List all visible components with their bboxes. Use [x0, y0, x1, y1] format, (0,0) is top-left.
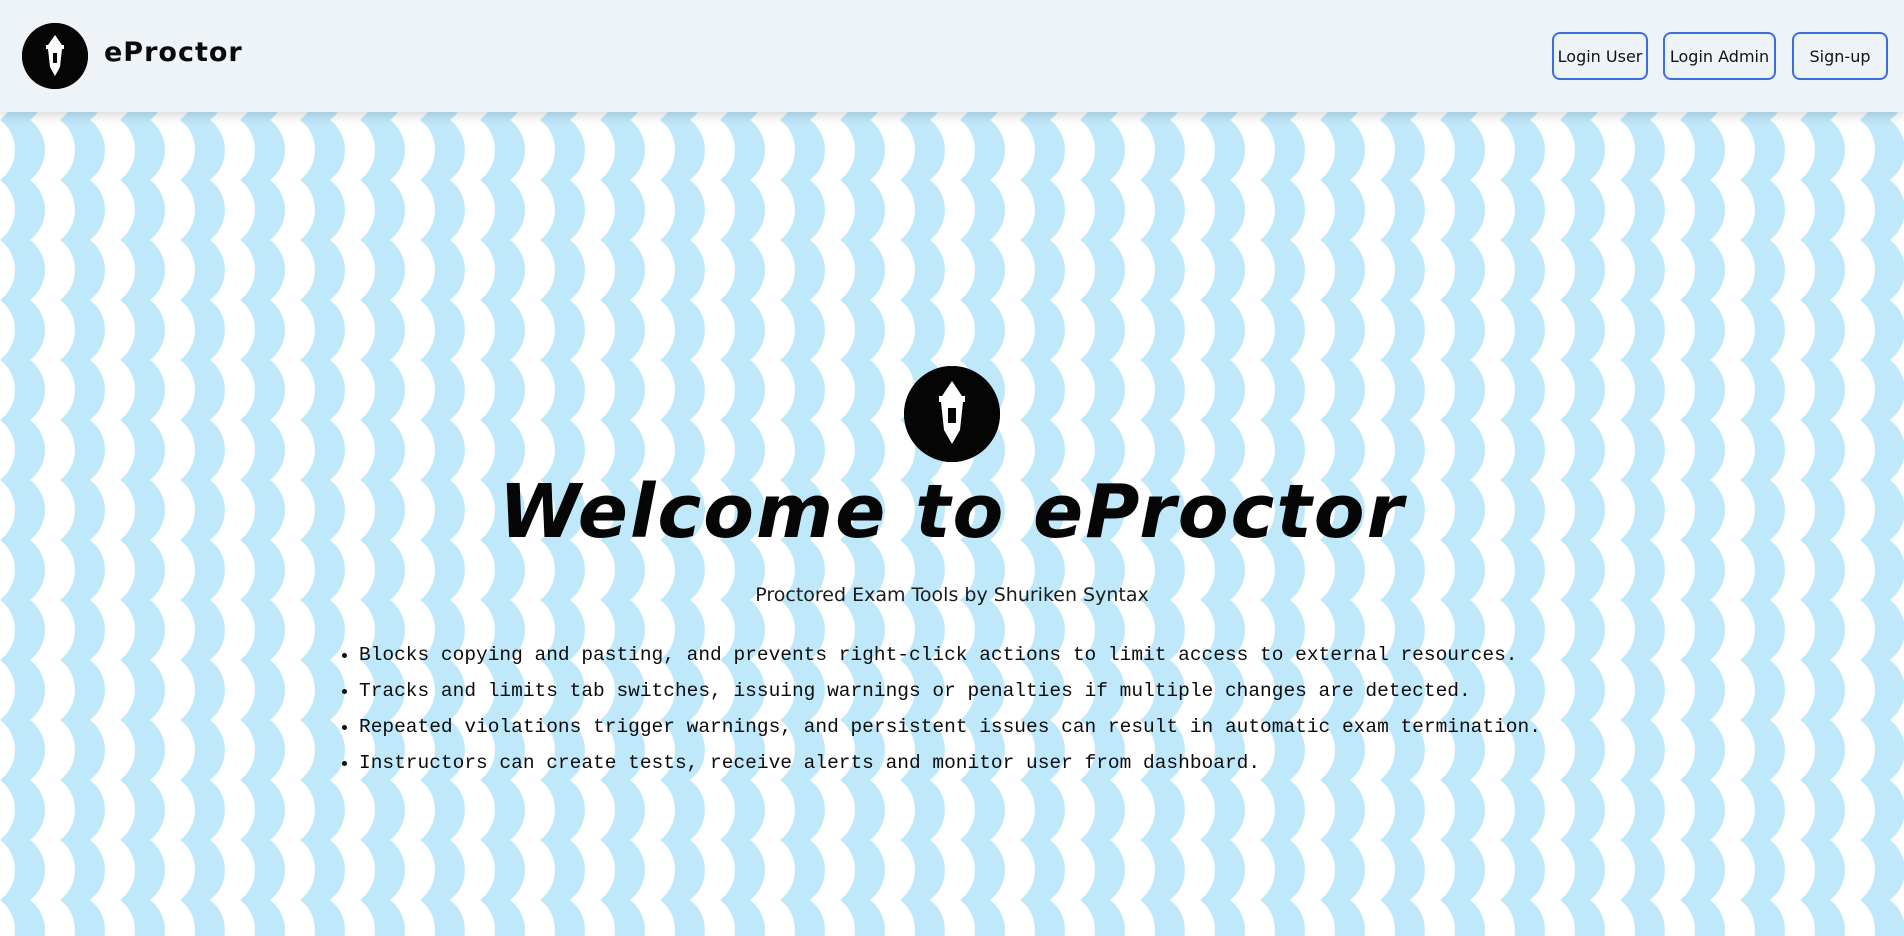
signup-button[interactable]: Sign-up — [1792, 32, 1888, 80]
feature-item: Instructors can create tests, receive al… — [359, 748, 1541, 784]
hero-subtitle: Proctored Exam Tools by Shuriken Syntax — [755, 584, 1149, 606]
feature-item: Blocks copying and pasting, and prevents… — [359, 640, 1541, 676]
hero-title: Welcome to eProctor — [498, 469, 1406, 555]
brand-name[interactable]: eProctor — [104, 37, 243, 68]
brand-logo-icon[interactable] — [22, 23, 88, 89]
hero-lantern-logo-icon — [904, 366, 1000, 462]
navbar: eProctor Login User Login Admin Sign-up — [0, 0, 1904, 112]
login-admin-button[interactable]: Login Admin — [1663, 32, 1776, 80]
feature-item: Repeated violations trigger warnings, an… — [359, 712, 1541, 748]
feature-item: Tracks and limits tab switches, issuing … — [359, 676, 1541, 712]
feature-list: Blocks copying and pasting, and prevents… — [329, 640, 1541, 784]
login-user-button[interactable]: Login User — [1552, 32, 1648, 80]
